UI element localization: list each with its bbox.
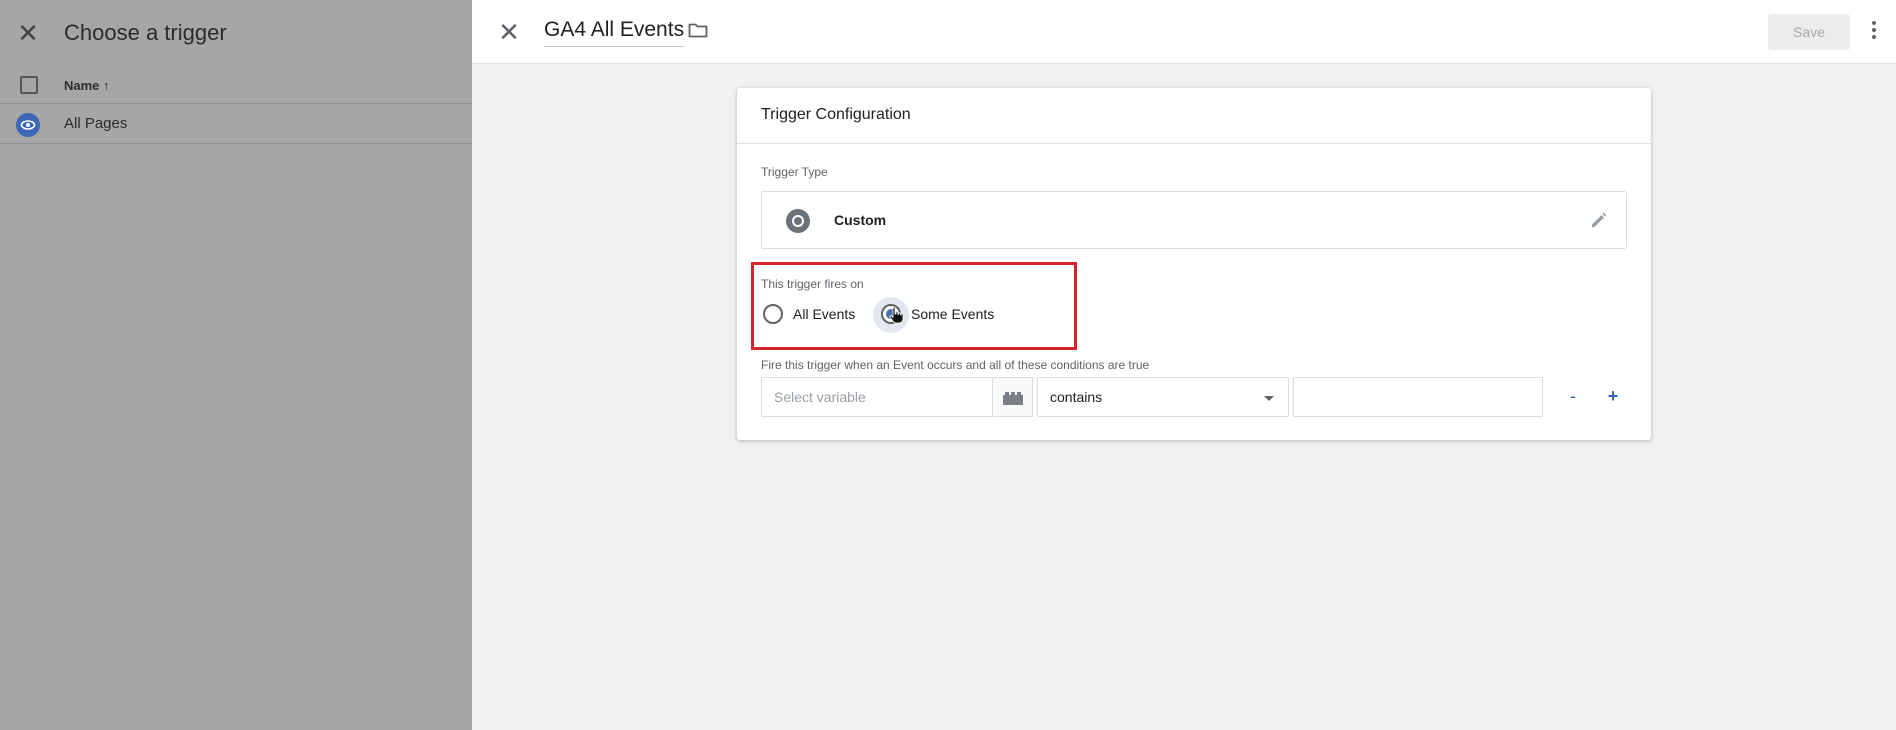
trigger-list-column-header: Name ↑: [0, 66, 472, 104]
conditions-label: Fire this trigger when an Event occurs a…: [761, 358, 1150, 372]
trigger-name-input[interactable]: GA4 All Events: [544, 18, 685, 47]
fires-on-label: This trigger fires on: [761, 277, 864, 291]
variable-picker-button[interactable]: [993, 377, 1033, 417]
hand-cursor-icon: [888, 306, 904, 329]
trigger-row[interactable]: All Pages: [0, 104, 472, 144]
trigger-configuration-card: Trigger Configuration Trigger Type Custo…: [737, 88, 1651, 440]
operator-value: contains: [1050, 389, 1103, 405]
card-title: Trigger Configuration: [761, 106, 911, 123]
operator-dropdown[interactable]: contains: [1037, 377, 1289, 417]
condition-value-input[interactable]: [1293, 377, 1543, 417]
editor-header: ✕ GA4 All Events Save: [472, 0, 1896, 64]
trigger-editor-panel: ✕ GA4 All Events Save Trigger Configurat…: [472, 0, 1896, 730]
building-blocks-icon: [1003, 392, 1023, 405]
some-events-label[interactable]: Some Events: [911, 306, 994, 322]
name-column-label: Name: [64, 78, 100, 93]
select-variable-placeholder: Select variable: [774, 389, 866, 405]
name-column-header[interactable]: Name ↑: [64, 78, 110, 93]
trigger-list-panel: ✕ Choose a trigger Name ↑ All Pages: [0, 0, 472, 730]
close-icon[interactable]: ✕: [14, 19, 42, 47]
save-button[interactable]: Save: [1768, 14, 1850, 50]
add-condition-button[interactable]: +: [1603, 384, 1623, 408]
arrow-up-icon: ↑: [103, 78, 110, 93]
all-events-radio[interactable]: [763, 304, 783, 324]
trigger-list-title: Choose a trigger: [64, 20, 227, 45]
remove-condition-button[interactable]: -: [1563, 384, 1583, 408]
trigger-type-name: Custom: [834, 212, 887, 228]
all-events-label[interactable]: All Events: [793, 306, 855, 322]
trigger-row-label: All Pages: [64, 115, 128, 132]
chevron-down-icon: [1264, 396, 1274, 401]
custom-trigger-icon: [786, 209, 810, 233]
trigger-list-header: ✕ Choose a trigger: [0, 0, 472, 66]
trigger-type-selector[interactable]: Custom: [761, 191, 1627, 249]
select-all-checkbox[interactable]: [20, 76, 38, 94]
edit-pencil-icon[interactable]: [1588, 209, 1610, 236]
trigger-type-label: Trigger Type: [761, 165, 828, 179]
folder-icon[interactable]: [688, 22, 708, 43]
card-divider: [737, 143, 1651, 144]
select-variable-dropdown[interactable]: Select variable: [761, 377, 993, 417]
close-editor-icon[interactable]: ✕: [494, 17, 524, 47]
eye-icon: [16, 113, 40, 137]
more-options-icon[interactable]: [1870, 18, 1878, 46]
